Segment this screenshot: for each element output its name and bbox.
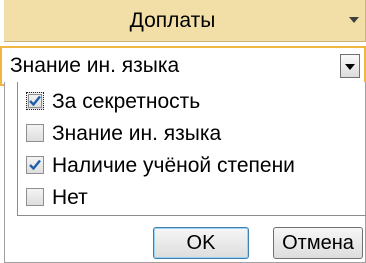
list-item[interactable]: Нет [18,182,358,214]
column-header-title: Доплаты [129,9,216,32]
chevron-down-icon[interactable] [349,17,359,23]
checkmark-icon [29,95,41,107]
checkmark-icon [29,159,41,171]
cancel-button[interactable]: Отмена [273,227,363,259]
list-item-label: Знание ин. языка [52,122,222,145]
combo-box[interactable]: Знание ин. языка [0,46,366,86]
checkbox[interactable] [26,124,44,142]
list-item-label: За секретность [52,90,201,113]
list-item-label: Нет [52,186,88,209]
ok-button[interactable]: OK [153,227,249,259]
filter-list: За секретность Знание ин. языка Наличие … [17,82,366,216]
combo-value: Знание ин. языка [10,54,180,77]
chevron-down-icon [345,64,355,70]
checkbox[interactable] [26,156,44,174]
list-item[interactable]: Наличие учёной степени [18,150,358,182]
checkbox[interactable] [26,92,44,110]
list-item[interactable]: Знание ин. языка [18,118,358,150]
combo-dropdown-button[interactable] [340,54,360,78]
list-item-label: Наличие учёной степени [52,154,295,177]
column-header[interactable]: Доплаты [4,0,366,42]
list-item[interactable]: За секретность [18,86,358,118]
filter-popup: За секретность Знание ин. языка Наличие … [4,82,366,263]
checkbox[interactable] [26,188,44,206]
